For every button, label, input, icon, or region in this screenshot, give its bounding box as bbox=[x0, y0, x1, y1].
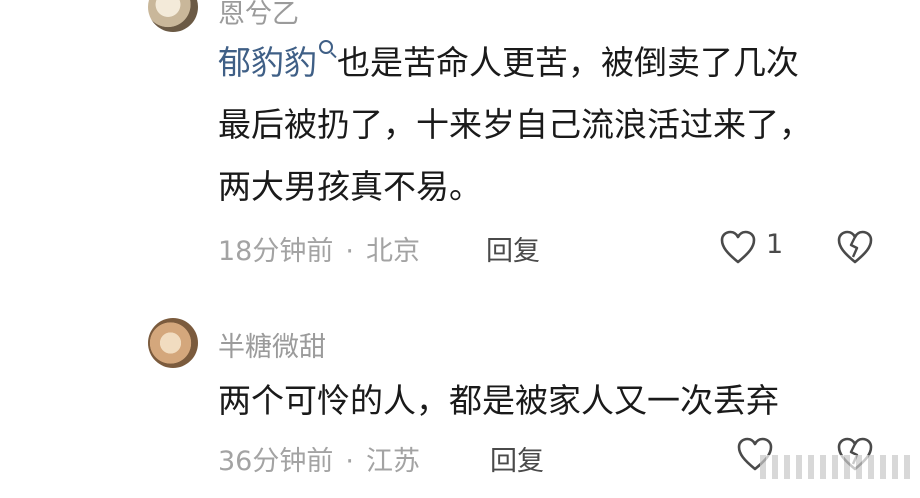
search-icon bbox=[319, 40, 333, 54]
comment-username[interactable]: 恩兮乙 bbox=[218, 0, 299, 31]
comment-line: 两大男孩真不易。 bbox=[218, 167, 482, 206]
avatar[interactable] bbox=[148, 0, 198, 32]
comment-time: 18分钟前 bbox=[218, 236, 334, 267]
comment-meta: 36分钟前 · 江苏 bbox=[218, 439, 420, 478]
mention-link[interactable]: 郁豹豹 bbox=[218, 43, 317, 82]
like-count: 1 bbox=[766, 229, 784, 260]
separator: · bbox=[345, 446, 354, 477]
comment-location: 北京 bbox=[365, 236, 420, 267]
heart-outline-icon[interactable] bbox=[719, 229, 757, 265]
comment-text: 也是苦命人更苦，被倒卖了几次 bbox=[337, 43, 799, 82]
reply-button[interactable]: 回复 bbox=[490, 439, 544, 478]
comment-meta: 18分钟前 · 北京 bbox=[218, 229, 420, 268]
comment-location: 江苏 bbox=[365, 446, 420, 477]
reply-button[interactable]: 回复 bbox=[486, 229, 540, 268]
comment-body: 郁豹豹 也是苦命人更苦，被倒卖了几次 最后被扔了，十来岁自己流浪活过来了， 两大男… bbox=[218, 32, 898, 218]
avatar[interactable] bbox=[148, 318, 198, 368]
watermark bbox=[760, 455, 910, 479]
comment-username[interactable]: 半糖微甜 bbox=[218, 325, 326, 364]
comment-line: 最后被扔了，十来岁自己流浪活过来了， bbox=[218, 105, 812, 144]
separator: · bbox=[345, 236, 354, 267]
broken-heart-icon[interactable] bbox=[836, 229, 874, 265]
comment-time: 36分钟前 bbox=[218, 446, 334, 477]
comment-body: 两个可怜的人，都是被家人又一次丢弃 bbox=[218, 381, 779, 420]
comment-line: 郁豹豹 也是苦命人更苦，被倒卖了几次 bbox=[218, 32, 898, 94]
